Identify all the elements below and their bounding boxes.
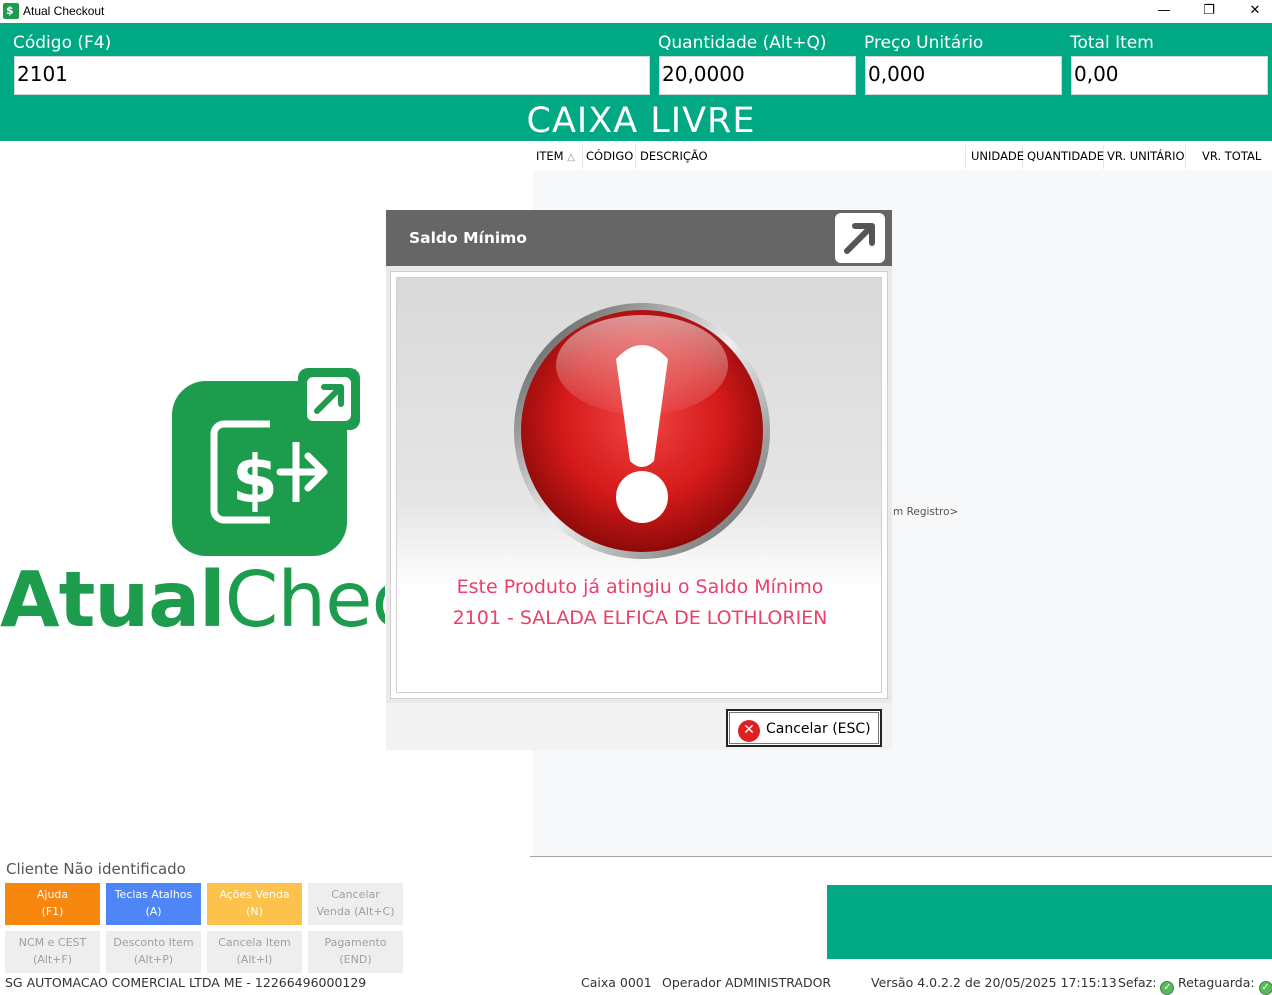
shortcut-key: (END) xyxy=(339,953,372,966)
dialog-message: Este Produto já atingiu o Saldo Mínimo xyxy=(456,576,824,598)
company-info: SG AUTOMACAO COMERCIAL LTDA ME - 1226649… xyxy=(5,975,367,990)
shortcut-label: Cancela Item xyxy=(218,936,291,949)
dialog-footer: ✕ Cancelar (ESC) xyxy=(386,703,892,750)
shortcut-key: (N) xyxy=(246,905,263,918)
svg-text:$: $ xyxy=(232,441,278,518)
preco-label: Preço Unitário xyxy=(864,33,984,53)
total-item-input[interactable]: 0,00 xyxy=(1071,56,1268,95)
shortcut-label: Teclas Atalhos xyxy=(114,888,193,901)
codigo-input[interactable]: 2101 xyxy=(14,56,650,95)
grid-divider xyxy=(530,856,1272,857)
col-vr-total[interactable]: VR. TOTAL xyxy=(1202,145,1272,169)
dialog-body: Este Produto já atingiu o Saldo Mínimo 2… xyxy=(396,277,882,693)
shortcut-label: Cancelar xyxy=(331,888,380,901)
logo-wordmark: AtualCheckout xyxy=(0,556,385,645)
shortcut-key: (F1) xyxy=(41,905,64,918)
dialog-title: Saldo Mínimo xyxy=(409,229,527,247)
shortcut-label: NCM e CEST xyxy=(18,936,87,949)
shortcut-key: Venda (Alt+C) xyxy=(316,905,395,918)
shortcut-label: Pagamento xyxy=(324,936,387,949)
restore-button[interactable]: ❐ xyxy=(1186,0,1232,23)
caixa-status: CAIXA LIVRE xyxy=(526,101,756,141)
window-titlebar: $ Atual Checkout — ❐ ✕ xyxy=(0,0,1272,23)
items-grid-header: ITEM △ CÓDIGO DESCRIÇÃO UNIDADE QUANTIDA… xyxy=(533,145,1272,169)
col-vr-unitario[interactable]: VR. UNITÁRIO xyxy=(1107,145,1186,169)
shortcut-button[interactable]: Desconto Item (Alt+P) xyxy=(106,931,201,973)
check-circle-icon: ✓ xyxy=(1160,981,1175,995)
shortcut-button[interactable]: Cancela Item (Alt+I) xyxy=(207,931,302,973)
cliente-label: Cliente Não identificado xyxy=(6,860,186,878)
shortcut-button[interactable]: Teclas Atalhos (A) xyxy=(106,883,201,925)
shortcut-key: (Alt+P) xyxy=(133,953,174,966)
quantidade-label: Quantidade (Alt+Q) xyxy=(658,33,827,53)
preco-input[interactable]: 0,000 xyxy=(865,56,1062,95)
dialog-header: Saldo Mínimo xyxy=(386,210,892,266)
atual-checkout-logo-icon: $ xyxy=(172,368,360,556)
shortcut-key: (Alt+F) xyxy=(32,953,73,966)
close-button[interactable]: ✕ xyxy=(1232,0,1272,23)
shortcut-label: Desconto Item xyxy=(113,936,194,949)
item-entry-header: Código (F4) 2101 Quantidade (Alt+Q) 20,0… xyxy=(0,23,1272,141)
exclamation-alert-icon xyxy=(514,303,770,559)
app-icon: $ xyxy=(3,3,19,19)
versao-info: Versão 4.0.2.2 de 20/05/2025 17:15:13 xyxy=(871,975,1117,990)
sefaz-status: Sefaz: ✓ xyxy=(1118,975,1175,995)
shortcut-button[interactable]: NCM e CEST (Alt+F) xyxy=(5,931,100,973)
check-circle-icon: ✓ xyxy=(1258,981,1272,995)
window-title: Atual Checkout xyxy=(23,4,105,18)
retaguarda-status: Retaguarda: ✓ xyxy=(1178,975,1272,995)
quantidade-input[interactable]: 20,0000 xyxy=(659,56,856,95)
codigo-label: Código (F4) xyxy=(13,33,112,53)
total-item-label: Total Item xyxy=(1070,33,1154,53)
col-descricao[interactable]: DESCRIÇÃO xyxy=(640,145,966,169)
cancel-button[interactable]: ✕ Cancelar (ESC) xyxy=(726,709,882,747)
sort-asc-icon: △ xyxy=(567,152,575,163)
operador-info: Operador ADMINISTRADOR xyxy=(662,975,832,990)
caixa-info: Caixa 0001 xyxy=(581,975,652,990)
dialog-body-frame: Este Produto já atingiu o Saldo Mínimo 2… xyxy=(390,271,888,699)
shortcut-button[interactable]: Pagamento (END) xyxy=(308,931,403,973)
shortcut-button[interactable]: Ações Venda (N) xyxy=(207,883,302,925)
col-codigo[interactable]: CÓDIGO xyxy=(586,145,636,169)
col-quantidade[interactable]: QUANTIDADE xyxy=(1027,145,1104,169)
shortcut-button[interactable]: Ajuda (F1) xyxy=(5,883,100,925)
col-item[interactable]: ITEM △ xyxy=(536,145,583,169)
shortcut-label: Ajuda xyxy=(36,888,69,901)
shortcut-key: (A) xyxy=(145,905,162,918)
arrow-up-right-icon xyxy=(835,213,885,263)
minimize-button[interactable]: — xyxy=(1141,0,1187,23)
grid-empty-text: m Registro> xyxy=(893,506,959,518)
col-unidade[interactable]: UNIDADE xyxy=(971,145,1024,169)
shortcut-label: Ações Venda xyxy=(219,888,290,901)
close-circle-icon: ✕ xyxy=(738,720,760,742)
shortcut-button[interactable]: Cancelar Venda (Alt+C) xyxy=(308,883,403,925)
dialog-product: 2101 - SALADA ELFICA DE LOTHLORIEN xyxy=(452,607,828,629)
shortcut-key: (Alt+I) xyxy=(236,953,273,966)
sale-total-panel xyxy=(827,885,1272,959)
saldo-minimo-dialog: Saldo Mínimo Este Produto já atingiu o S… xyxy=(386,210,892,750)
